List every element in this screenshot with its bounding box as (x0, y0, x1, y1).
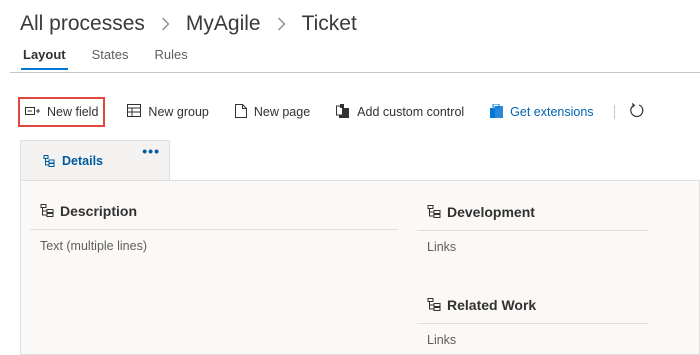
group-development[interactable]: Development Links (417, 199, 648, 254)
breadcrumb: All processes MyAgile Ticket (20, 10, 357, 38)
tab-bar: Layout States Rules (21, 47, 214, 70)
new-group-label: New group (148, 105, 209, 119)
refresh-icon (629, 103, 644, 121)
add-custom-control-label: Add custom control (357, 105, 465, 119)
new-field-icon (25, 105, 47, 120)
group-divider (417, 230, 648, 231)
group-tree-icon (40, 204, 54, 217)
group-tree-icon (43, 154, 55, 167)
field-description[interactable]: Text (multiple lines) (30, 239, 398, 253)
group-title: Description (60, 203, 138, 219)
tab-layout[interactable]: Layout (21, 47, 68, 70)
more-options-icon[interactable]: ••• (142, 143, 160, 159)
page-tab-label[interactable]: Details (43, 154, 103, 168)
get-extensions-button[interactable]: Get extensions (484, 97, 599, 127)
get-extensions-label: Get extensions (510, 105, 594, 119)
group-tree-icon (427, 298, 441, 311)
group-header: Description (30, 198, 398, 224)
group-divider (417, 323, 648, 324)
refresh-button[interactable] (625, 97, 648, 127)
new-page-label: New page (253, 105, 311, 119)
new-page-icon (234, 103, 254, 121)
new-page-button[interactable]: New page (229, 97, 316, 127)
group-divider (30, 229, 398, 230)
group-header: Development (417, 199, 648, 225)
tabs-divider (10, 72, 700, 73)
group-header: Related Work (417, 292, 648, 318)
new-group-icon (127, 104, 148, 120)
add-custom-control-button[interactable]: Add custom control (330, 97, 470, 127)
custom-control-icon (336, 103, 357, 121)
field-links[interactable]: Links (417, 240, 648, 254)
page-tab-details[interactable]: Details ••• (20, 140, 170, 182)
tab-states[interactable]: States (92, 47, 129, 69)
extensions-bag-icon (490, 103, 510, 121)
breadcrumb-work-item-type: Ticket (301, 12, 357, 35)
group-title: Development (447, 204, 535, 220)
toolbar-divider (613, 105, 615, 119)
group-title: Related Work (447, 297, 537, 313)
new-field-label: New field (47, 105, 99, 119)
new-field-button[interactable]: New field (18, 97, 106, 127)
group-description[interactable]: Description Text (multiple lines) (30, 198, 398, 253)
breadcrumb-process[interactable]: MyAgile (186, 12, 261, 36)
chevron-right-icon (161, 17, 170, 31)
group-related-work[interactable]: Related Work Links (417, 292, 648, 347)
tab-rules[interactable]: Rules (154, 47, 187, 69)
toolbar: New field New group New page Add custom … (18, 96, 700, 128)
group-tree-icon (427, 205, 441, 218)
chevron-right-icon (277, 17, 286, 31)
new-group-button[interactable]: New group (121, 97, 214, 127)
field-links[interactable]: Links (417, 333, 648, 347)
breadcrumb-all-processes[interactable]: All processes (20, 12, 145, 36)
